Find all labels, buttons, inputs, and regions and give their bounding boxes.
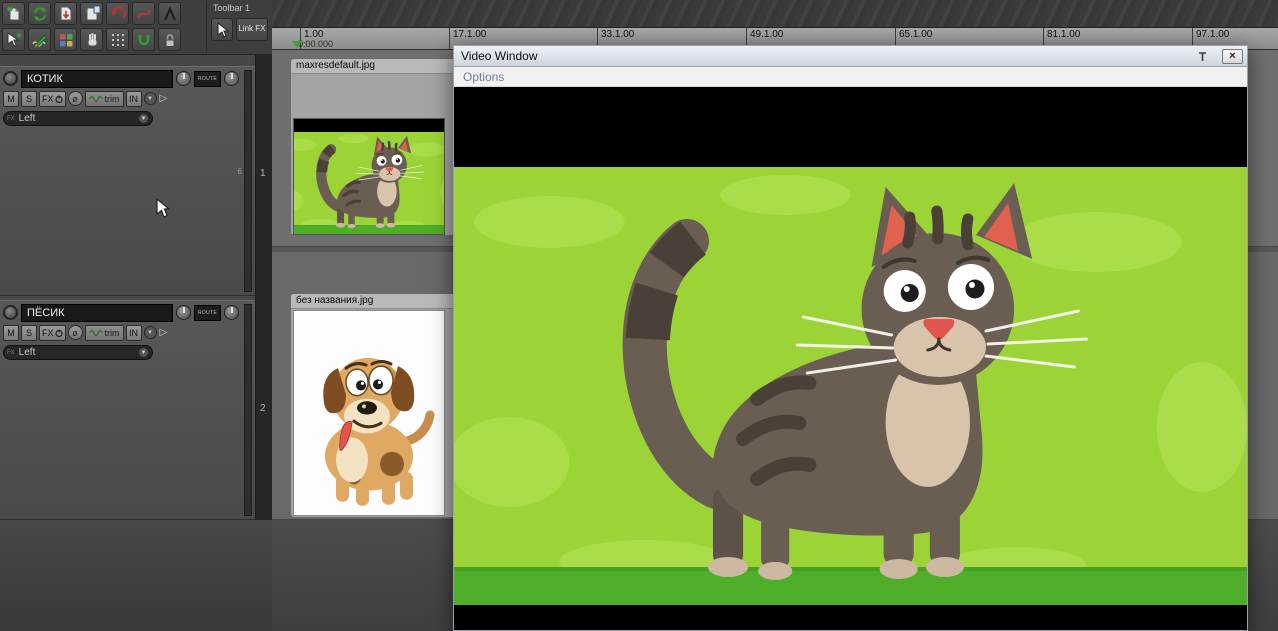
pointer-tool-icon[interactable] xyxy=(211,18,233,41)
mute-button[interactable]: M xyxy=(3,324,19,341)
toolbar-island: Toolbar 1 Link FX xyxy=(206,1,268,53)
input-menu-button[interactable]: ▼ xyxy=(143,326,157,339)
letterbox-bottom xyxy=(454,605,1247,630)
video-window-title: Video Window xyxy=(461,49,538,63)
fx-slot-left[interactable]: Left xyxy=(19,113,134,124)
track-meter xyxy=(244,70,252,292)
power-icon xyxy=(54,95,63,103)
monitor-button[interactable]: ▷ xyxy=(159,327,169,338)
track-name[interactable]: ПЁСИК xyxy=(21,303,173,322)
solo-button[interactable]: S xyxy=(21,90,37,107)
dock-pin-button[interactable] xyxy=(1197,51,1208,62)
volume-knob[interactable] xyxy=(176,305,191,320)
video-canvas xyxy=(454,87,1247,630)
item-video-preview xyxy=(293,118,445,235)
envelope-trim-button[interactable]: trim xyxy=(84,90,124,107)
track-header-kotik[interactable]: КОТИК ROUTE M S FX ø trim IN ▼ ▷ FX Left… xyxy=(0,66,255,296)
fx-slot[interactable]: FX Left ▼ xyxy=(3,345,153,360)
hand-tool-icon[interactable] xyxy=(80,28,103,51)
trim-label: trim xyxy=(104,93,120,104)
track-number-strip: 1 2 xyxy=(255,55,272,520)
fx-slot-menu-button[interactable]: ▼ xyxy=(138,113,149,124)
fx-button[interactable]: FX xyxy=(39,324,66,341)
phase-button[interactable]: ø xyxy=(67,325,83,340)
monitor-button[interactable]: ▷ xyxy=(159,93,169,104)
cat-illustration xyxy=(454,167,1247,605)
fx-button-label: FX xyxy=(42,327,54,338)
pin-icon xyxy=(1199,51,1206,61)
mute-button[interactable]: M xyxy=(3,90,19,107)
cat-thumbnail xyxy=(294,132,444,234)
main-toolbar: Toolbar 1 Link FX xyxy=(0,0,272,55)
fx-slot[interactable]: FX Left ▼ xyxy=(3,111,153,126)
waveform-icon xyxy=(88,95,103,102)
input-button[interactable]: IN xyxy=(125,90,142,107)
input-menu-button[interactable]: ▼ xyxy=(143,92,157,105)
video-window: Video Window × Options xyxy=(453,45,1248,631)
envelope-trim-button[interactable]: trim xyxy=(84,324,124,341)
record-arm-button[interactable] xyxy=(3,305,18,320)
power-icon xyxy=(54,329,63,337)
fx-slot-icon: FX xyxy=(7,115,15,122)
letterbox-top xyxy=(454,87,1247,167)
fx-slot-menu-button[interactable]: ▼ xyxy=(138,347,149,358)
fx-button[interactable]: FX xyxy=(39,90,66,107)
item-image-preview xyxy=(293,310,445,516)
dog-illustration xyxy=(294,311,444,515)
edit-cursor-icon[interactable] xyxy=(2,28,25,51)
glue-icon[interactable] xyxy=(132,28,155,51)
close-button[interactable]: × xyxy=(1222,48,1243,64)
undo-icon[interactable] xyxy=(106,2,129,25)
curve-tool-icon[interactable] xyxy=(132,2,155,25)
track-panel: КОТИК ROUTE M S FX ø trim IN ▼ ▷ FX Left… xyxy=(0,55,255,520)
track-header-pesik[interactable]: ПЁСИК ROUTE M S FX ø trim IN ▼ ▷ FX Left… xyxy=(0,300,255,520)
phase-button[interactable]: ø xyxy=(67,91,83,106)
solo-button[interactable]: S xyxy=(21,324,37,341)
waveform-icon xyxy=(88,329,103,336)
edit-cursor-marker xyxy=(292,41,302,48)
input-button[interactable]: IN xyxy=(125,324,142,341)
new-project-icon[interactable] xyxy=(2,2,25,25)
letterbox-bar xyxy=(294,119,444,132)
pan-knob[interactable] xyxy=(224,305,239,320)
mouse-cursor xyxy=(156,198,171,218)
project-tab-icon[interactable] xyxy=(80,2,103,25)
fx-button-label: FX xyxy=(42,93,54,104)
save-item-icon[interactable] xyxy=(54,2,77,25)
video-window-titlebar[interactable]: Video Window × xyxy=(454,46,1247,67)
toolbar-group-label: Toolbar 1 xyxy=(213,3,251,13)
track-number: 1 xyxy=(260,168,266,179)
trim-label: trim xyxy=(104,327,120,338)
route-button[interactable]: ROUTE xyxy=(194,304,221,321)
volume-knob[interactable] xyxy=(176,71,191,86)
grid-dots-icon[interactable] xyxy=(106,28,129,51)
video-frame xyxy=(454,167,1247,605)
multitool-grid-icon[interactable] xyxy=(54,28,77,51)
track-name[interactable]: КОТИК xyxy=(21,69,173,88)
video-window-menubar: Options xyxy=(454,67,1247,87)
track-number: 2 xyxy=(260,403,266,414)
reaper-app: 1.00 17.1.00 33.1.00 49.1.00 65.1.00 81.… xyxy=(0,0,1278,631)
track-panel-empty xyxy=(0,520,272,631)
pencil-wave-icon[interactable] xyxy=(28,28,51,51)
lock-icon[interactable] xyxy=(158,28,181,51)
pan-knob[interactable] xyxy=(224,71,239,86)
meter-scale-label: 6 xyxy=(237,167,242,176)
route-button[interactable]: ROUTE xyxy=(194,70,221,87)
arrange-top-strip xyxy=(272,0,1278,28)
fx-slot-left[interactable]: Left xyxy=(19,347,134,358)
ruler-time-readout: 0:00.000 xyxy=(298,39,334,49)
link-fx-button[interactable]: Link FX xyxy=(235,18,268,41)
track-meter xyxy=(244,304,252,516)
sync-arrows-icon[interactable] xyxy=(28,2,51,25)
menu-options[interactable]: Options xyxy=(454,70,513,84)
lambda-tool-icon[interactable] xyxy=(158,2,181,25)
record-arm-button[interactable] xyxy=(3,71,18,86)
fx-slot-icon: FX xyxy=(7,349,15,356)
